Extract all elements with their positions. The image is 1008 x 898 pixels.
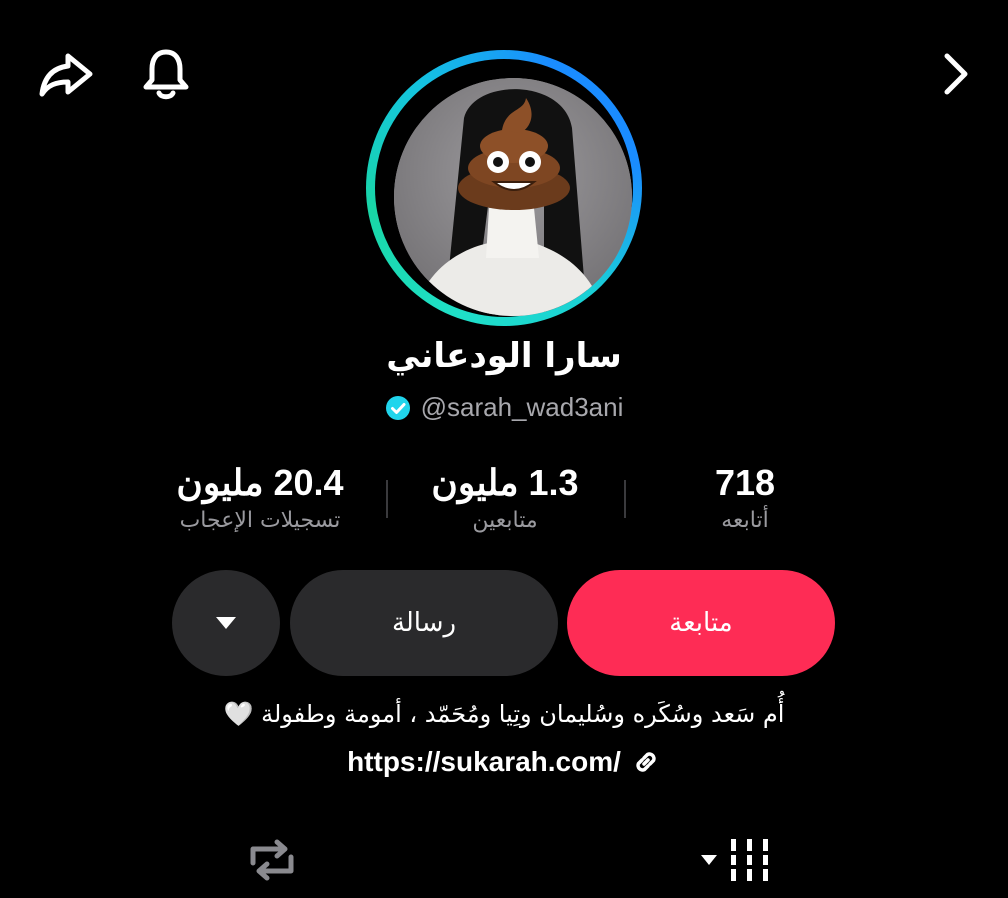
tab-reposts[interactable] <box>240 830 304 890</box>
bio-link[interactable]: https://sukarah.com/ <box>0 746 1008 778</box>
stat-likes[interactable]: 20.4 مليون تسجيلات الإعجاب <box>150 462 370 533</box>
bio-link-text[interactable]: https://sukarah.com/ <box>347 746 621 778</box>
stat-divider <box>624 480 626 518</box>
display-name: سارا الودعاني <box>386 336 622 376</box>
follow-button-label: متابعة <box>669 608 733 638</box>
caret-down-icon <box>216 617 236 629</box>
avatar[interactable] <box>394 78 632 316</box>
avatar-photo <box>394 78 632 316</box>
share-icon <box>39 53 93 97</box>
repost-icon <box>250 839 294 881</box>
following-label: أتابعه <box>721 508 769 533</box>
share-button[interactable] <box>36 44 96 104</box>
link-icon <box>636 752 656 772</box>
followers-count: 1.3 مليون <box>431 462 579 503</box>
grid-icon <box>701 839 771 881</box>
chevron-right-icon <box>944 53 968 95</box>
tab-videos[interactable] <box>695 830 779 890</box>
follow-button[interactable]: متابعة <box>567 570 835 676</box>
username-handle: @sarah_wad3ani <box>420 392 624 422</box>
avatar-ring <box>366 50 642 326</box>
stat-divider <box>386 480 388 518</box>
message-button-label: رسالة <box>391 608 457 638</box>
following-count: 718 <box>714 462 776 503</box>
bell-icon <box>143 49 189 100</box>
likes-label: تسجيلات الإعجاب <box>179 508 341 533</box>
more-options-button[interactable] <box>172 570 280 676</box>
verified-badge-icon <box>385 395 410 420</box>
notification-button[interactable] <box>136 44 196 104</box>
likes-count: 20.4 مليون <box>176 462 344 503</box>
message-button[interactable]: رسالة <box>290 570 558 676</box>
stat-followers[interactable]: 1.3 مليون متابعين <box>405 462 605 533</box>
bio-text: أُم سَعد وسُكَره وسُليمان وتِيا ومُحَمّد… <box>223 700 785 728</box>
handle-row: @sarah_wad3ani <box>0 392 1008 423</box>
forward-button[interactable] <box>926 44 986 104</box>
stat-following[interactable]: 718 أتابعه <box>665 462 825 533</box>
followers-label: متابعين <box>472 508 538 533</box>
